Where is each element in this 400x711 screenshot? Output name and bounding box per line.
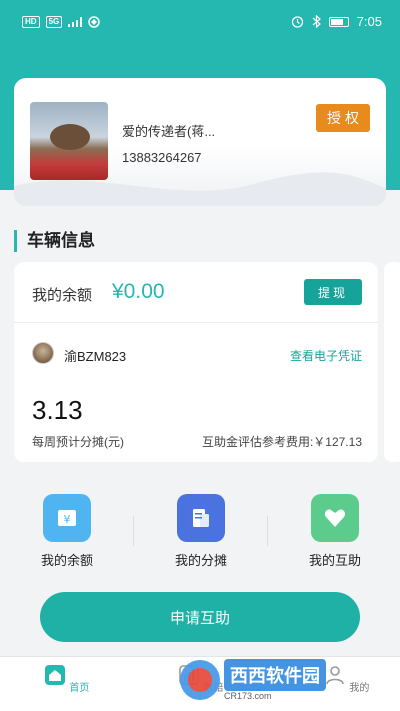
quick-my-share[interactable]: 我的分摊 [151, 494, 251, 569]
status-bar: HD 5G 7:05 [0, 0, 400, 44]
weekly-share-value: 3.13 [32, 395, 83, 425]
vehicle-card: 我的余额 ¥0.00 提现 渝BZM823 查看电子凭证 3.13 每周预计分摊… [14, 262, 378, 462]
vehicle-avatar [32, 342, 54, 364]
quick-my-mutual-aid[interactable]: 我的互助 [285, 494, 385, 569]
user-name: 爱的传递者(蒋... [122, 124, 216, 139]
network-indicator: 5G [45, 16, 63, 28]
next-card-peek[interactable] [384, 262, 400, 462]
clock: 7:05 [356, 14, 382, 29]
view-voucher-link[interactable]: 查看电子凭证 [290, 347, 362, 364]
balance-value: ¥0.00 [112, 280, 165, 303]
user-avatar[interactable] [30, 102, 108, 180]
signal-icon [68, 17, 83, 27]
alarm-icon [291, 16, 303, 28]
license-plate: 渝BZM823 [64, 349, 127, 364]
divider [14, 322, 378, 323]
user-phone: 13883264267 [122, 150, 202, 165]
divider [133, 516, 134, 546]
wallet-icon: ¥ [43, 494, 91, 542]
section-title: 车辆信息 [14, 230, 95, 252]
watermark-logo-icon [180, 660, 220, 700]
authorize-button[interactable]: 授权 [316, 104, 370, 132]
quick-my-balance[interactable]: ¥ 我的余额 [17, 494, 117, 569]
app-notification-icon [88, 16, 100, 28]
apply-mutual-aid-button[interactable]: 申请互助 [40, 592, 360, 642]
document-icon [177, 494, 225, 542]
divider [267, 516, 268, 546]
weekly-share-label: 每周预计分摊(元) [32, 435, 124, 449]
watermark: 西西软件园 CR173.com [180, 658, 390, 702]
heart-icon [311, 494, 359, 542]
balance-label: 我的余额 [32, 287, 93, 304]
hd-indicator: HD [22, 16, 40, 28]
battery-icon [328, 16, 349, 27]
bluetooth-icon [312, 15, 321, 28]
home-icon [44, 665, 65, 685]
tab-home[interactable]: 首页 [36, 663, 96, 694]
profile-card[interactable]: 爱的传递者(蒋... 13883264267 授权 [14, 78, 386, 206]
reference-fee: 互助金评估参考费用:￥127.13 [201, 435, 362, 449]
svg-text:¥: ¥ [64, 513, 71, 526]
withdraw-button[interactable]: 提现 [304, 279, 362, 305]
